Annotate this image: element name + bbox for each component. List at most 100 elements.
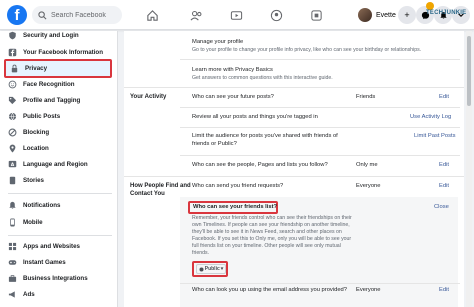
lock-icon	[10, 64, 19, 73]
caret-down-icon: ▾	[220, 266, 224, 272]
groups-icon[interactable]	[268, 7, 284, 23]
sidebar-item-label: Privacy	[25, 65, 48, 72]
section-divider	[124, 87, 464, 88]
settings-sidebar: Security and Login Your Facebook Informa…	[0, 31, 118, 307]
ads-icon	[8, 290, 17, 299]
audience-selector-button[interactable]: Public ▾	[196, 264, 226, 274]
search-input[interactable]	[51, 11, 121, 19]
follow-list-edit-link[interactable]: Edit	[439, 162, 449, 168]
sidebar-item-stories[interactable]: Stories	[4, 172, 112, 189]
sidebar-item-instant-games[interactable]: Instant Games	[4, 254, 112, 271]
close-link[interactable]: Close	[434, 204, 449, 210]
scrollbar-thumb[interactable]	[467, 36, 471, 106]
your-activity-label: Your Activity	[130, 94, 167, 100]
sidebar-item-location[interactable]: Location	[4, 140, 112, 157]
follow-list-value: Only me	[356, 162, 378, 168]
watch-icon[interactable]	[228, 7, 244, 23]
techjunkie-watermark: TECHJUNKIE	[426, 2, 474, 16]
future-posts-value: Friends	[356, 94, 376, 100]
review-posts-question: Review all your posts and things you're …	[192, 114, 318, 120]
find-contact-label: How People Find and Contact You	[130, 183, 191, 197]
divider	[180, 127, 460, 128]
globe-icon	[199, 267, 204, 271]
watermark-text: TECHJUNKIE	[426, 10, 467, 16]
sidebar-item-label: Your Facebook Information	[23, 49, 103, 56]
sidebar-item-notifications[interactable]: Notifications	[4, 197, 112, 214]
facebook-icon	[8, 48, 17, 57]
email-lookup-edit-link[interactable]: Edit	[439, 287, 449, 293]
sidebar-divider	[8, 235, 112, 236]
profile-name: Evette	[376, 11, 396, 19]
follow-list-question: Who can see the people, Pages and lists …	[192, 162, 328, 168]
email-lookup-question: Who can look you up using the email addr…	[192, 287, 347, 293]
divider	[180, 107, 460, 108]
search-box[interactable]	[32, 6, 122, 24]
tag-icon	[8, 96, 17, 105]
create-button[interactable]: +	[398, 6, 416, 24]
friends-list-question: Who can see your friends list?	[193, 204, 278, 210]
divider	[180, 283, 460, 284]
activity-log-link[interactable]: Use Activity Log	[410, 114, 451, 120]
search-icon	[38, 10, 47, 19]
business-icon	[8, 274, 17, 283]
mobile-icon	[8, 218, 17, 227]
sidebar-item-label: Apps and Websites	[23, 243, 80, 250]
email-lookup-value: Everyone	[356, 287, 381, 293]
friends-list-desc: Remember, your friends control who can s…	[192, 215, 352, 256]
limit-past-posts-link[interactable]: Limit Past Posts	[414, 133, 456, 139]
stories-icon	[8, 176, 17, 185]
sidebar-item-label: Blocking	[23, 129, 50, 136]
privacy-basics-title[interactable]: Learn more with Privacy Basics	[192, 67, 273, 75]
games-icon	[8, 258, 17, 267]
audience-label: Public	[204, 266, 220, 272]
friend-requests-question: Who can send you friend requests?	[192, 183, 284, 189]
privacy-settings-panel: Manage your profile Go to your profile t…	[124, 31, 464, 307]
block-icon	[8, 128, 17, 137]
sidebar-item-label: Face Recognition	[23, 81, 75, 88]
manage-profile-desc: Go to your profile to change your profil…	[192, 47, 422, 53]
friends-icon[interactable]	[188, 7, 204, 23]
sidebar-item-mobile[interactable]: Mobile	[4, 214, 112, 231]
divider	[180, 59, 460, 60]
sidebar-divider	[8, 193, 112, 194]
sidebar-item-label: Stories	[23, 177, 44, 184]
avatar	[358, 8, 372, 22]
plus-icon: +	[404, 10, 410, 20]
friend-requests-value: Everyone	[356, 183, 381, 189]
sidebar-item-label: Ads	[23, 291, 35, 298]
section-divider	[124, 176, 464, 177]
sidebar-item-apps-and-websites[interactable]: Apps and Websites	[4, 238, 112, 255]
sidebar-item-business-integrations[interactable]: Business Integrations	[4, 270, 112, 287]
language-icon: A	[8, 160, 17, 169]
sidebar-item-face-recognition[interactable]: Face Recognition	[4, 76, 112, 93]
home-icon[interactable]	[144, 7, 160, 23]
limit-past-posts-question: Limit the audience for posts you've shar…	[192, 133, 338, 147]
sidebar-item-language-and-region[interactable]: A Language and Region	[4, 156, 112, 173]
future-posts-edit-link[interactable]: Edit	[439, 94, 449, 100]
sidebar-item-profile-and-tagging[interactable]: Profile and Tagging	[4, 92, 112, 109]
sidebar-item-ads[interactable]: Ads	[4, 286, 112, 303]
sidebar-item-security-and-login[interactable]: Security and Login	[4, 27, 112, 44]
profile-shortcut[interactable]: Evette	[358, 7, 396, 23]
top-navigation-bar: f Evette + TECHJUNKIE	[0, 0, 474, 30]
sidebar-item-label: Public Posts	[23, 113, 61, 120]
gaming-icon[interactable]	[308, 7, 324, 23]
friend-requests-edit-link[interactable]: Edit	[439, 183, 449, 189]
location-icon	[8, 144, 17, 153]
sidebar-item-label: Instant Games	[23, 259, 66, 266]
globe-icon	[8, 112, 17, 121]
sidebar-item-label: Notifications	[23, 202, 61, 209]
shield-icon	[8, 31, 17, 40]
sidebar-item-label: Mobile	[23, 219, 43, 226]
divider	[180, 155, 460, 156]
privacy-basics-desc: Get answers to common questions with thi…	[192, 75, 333, 81]
sidebar-item-label: Location	[23, 145, 49, 152]
sidebar-item-label: Security and Login	[23, 32, 79, 39]
sidebar-item-label: Profile and Tagging	[23, 97, 81, 104]
sidebar-item-blocking[interactable]: Blocking	[4, 124, 112, 141]
sidebar-item-public-posts[interactable]: Public Posts	[4, 108, 112, 125]
sidebar-item-label: Language and Region	[23, 161, 88, 168]
manage-profile-title[interactable]: Manage your profile	[192, 39, 243, 47]
sidebar-item-label: Business Integrations	[23, 275, 88, 282]
facebook-logo[interactable]: f	[7, 5, 27, 25]
